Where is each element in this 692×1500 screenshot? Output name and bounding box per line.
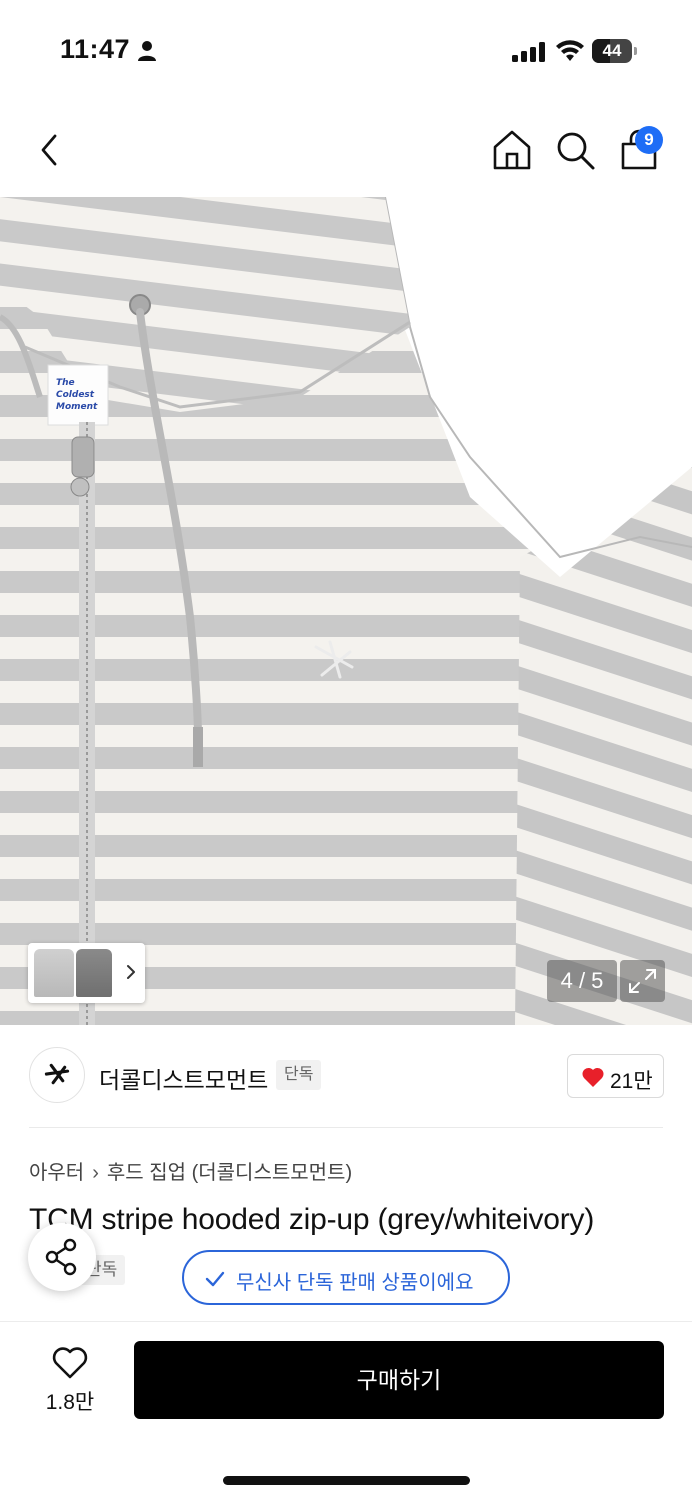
status-time: 11:47 [60, 34, 131, 64]
thumbnail-hoodie-dark[interactable] [76, 949, 112, 997]
home-button[interactable] [490, 128, 534, 172]
battery-level: 44 [602, 41, 622, 60]
brand-like-button[interactable]: 21만 [567, 1054, 664, 1098]
search-icon [557, 132, 595, 170]
wishlist-button[interactable]: 1.8만 [30, 1342, 110, 1422]
wishlist-count: 1.8만 [45, 1391, 95, 1414]
signal-icon [512, 42, 545, 62]
category-breadcrumb: 아우터 › 후드 집업 (더콜디스트모먼트) [29, 1156, 352, 1185]
person-icon [138, 41, 156, 61]
category-main[interactable]: 아우터 [29, 1162, 84, 1184]
check-icon [205, 1271, 225, 1287]
home-icon [493, 130, 531, 170]
svg-text:Coldest: Coldest [56, 390, 95, 400]
heart-outline-icon [52, 1347, 88, 1379]
home-indicator [223, 1476, 470, 1485]
product-title: TCM stripe hooded zip-up (grey/whiteivor… [29, 1203, 595, 1236]
category-sub[interactable]: 후드 집업 (더콜디스트모먼트) [107, 1162, 352, 1184]
status-bar: 11:47 44 [0, 0, 692, 100]
brand-star-icon [44, 1063, 70, 1085]
cart-count-badge: 9 [635, 126, 663, 154]
chevron-left-icon [41, 134, 57, 166]
toast-text: 무신사 단독 판매 상품이에요 [236, 1272, 474, 1294]
product-photo: The Coldest Moment [0, 197, 692, 1025]
wifi-icon [556, 40, 584, 61]
share-button[interactable] [28, 1223, 96, 1291]
heart-filled-icon [582, 1067, 604, 1087]
image-page-counter: 4 / 5 [547, 960, 617, 1002]
chevron-right-icon [127, 965, 135, 979]
top-navigation [0, 100, 692, 197]
battery-icon: 44 [592, 39, 638, 63]
thumbnail-hoodie-grey[interactable] [34, 949, 74, 997]
search-button[interactable] [553, 128, 597, 172]
brand-name[interactable]: 더콜디스트모먼트 [99, 1061, 268, 1095]
brand-logo[interactable] [29, 1047, 85, 1103]
share-icon [45, 1238, 77, 1276]
brand-like-count: 21만 [610, 1070, 653, 1093]
expand-button[interactable] [620, 960, 665, 1002]
brand-exclusive-tag: 단독 [276, 1060, 322, 1090]
chevron-right-icon: › [92, 1162, 99, 1184]
buy-button[interactable]: 구매하기 [134, 1341, 664, 1419]
svg-text:Moment: Moment [56, 402, 98, 412]
expand-icon [629, 969, 656, 993]
svg-text:The: The [56, 378, 75, 388]
section-divider [29, 1127, 663, 1128]
exclusive-toast: 무신사 단독 판매 상품이에요 [182, 1250, 510, 1305]
back-button[interactable] [30, 130, 70, 170]
thumbnail-strip[interactable] [28, 943, 145, 1003]
product-image-gallery[interactable]: The Coldest Moment 4 / 5 [0, 197, 692, 1025]
